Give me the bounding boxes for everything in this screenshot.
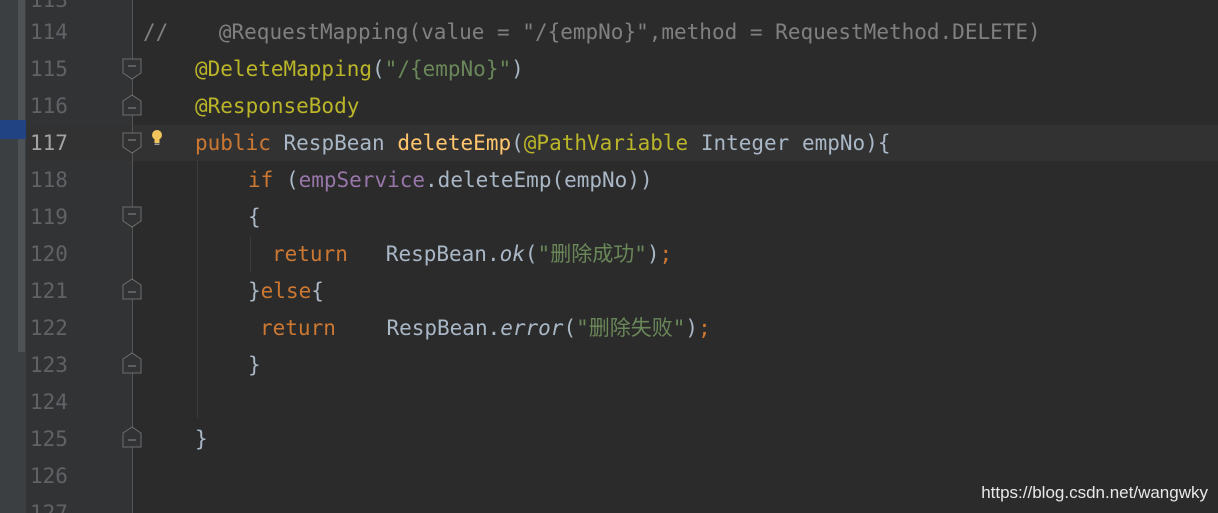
left-scroll-strip[interactable] bbox=[0, 0, 26, 513]
comment-gap bbox=[168, 20, 219, 44]
line-number: 114 bbox=[30, 20, 68, 44]
brace-open: { bbox=[311, 279, 324, 303]
code-line-122[interactable]: return RespBean.error("删除失败"); bbox=[260, 310, 711, 346]
fold-marker-icon[interactable] bbox=[122, 58, 142, 80]
comment-slashes: // bbox=[143, 20, 169, 44]
method-ok: ok bbox=[499, 242, 525, 266]
brace-close: } bbox=[248, 353, 261, 377]
line-number: 127 bbox=[30, 501, 68, 513]
code-line-120[interactable]: return RespBean.ok("删除成功"); bbox=[272, 236, 672, 272]
annotation-delete-mapping: @DeleteMapping bbox=[195, 57, 373, 81]
code-line-116[interactable]: @ResponseBody bbox=[195, 88, 359, 124]
line-number: 121 bbox=[30, 279, 68, 303]
fold-marker-icon[interactable] bbox=[122, 206, 142, 228]
method-call: .deleteEmp(empNo)) bbox=[425, 168, 653, 192]
paren-open: ( bbox=[372, 57, 385, 81]
semicolon: ; bbox=[698, 316, 711, 340]
field-emp-service: empService bbox=[298, 168, 426, 192]
parameter: Integer empNo bbox=[700, 131, 866, 155]
method-name: deleteEmp bbox=[397, 131, 512, 155]
scroll-marker bbox=[18, 0, 25, 352]
paren-open: ( bbox=[563, 316, 577, 340]
paren-close-brace: ){ bbox=[865, 131, 891, 155]
fold-end-marker-icon[interactable] bbox=[122, 426, 142, 448]
code-line-123[interactable]: } bbox=[248, 347, 261, 383]
paren-open: ( bbox=[273, 168, 299, 192]
string-literal: "删除失败" bbox=[576, 316, 686, 340]
line-number: 122 bbox=[30, 316, 68, 340]
annotation-path-variable: @PathVariable bbox=[523, 131, 689, 155]
code-line-118[interactable]: if (empService.deleteEmp(empNo)) bbox=[248, 162, 653, 198]
indent-guide bbox=[250, 236, 251, 272]
keyword-return: return bbox=[272, 242, 348, 266]
code-line-119[interactable]: { bbox=[248, 199, 261, 235]
line-number: 116 bbox=[30, 94, 68, 118]
line-number: 123 bbox=[30, 353, 68, 377]
line-number: 120 bbox=[30, 242, 68, 266]
brace-close: } bbox=[195, 427, 208, 451]
caret-line-marker bbox=[0, 120, 26, 139]
lightbulb-icon[interactable] bbox=[149, 128, 165, 150]
fold-marker-icon[interactable] bbox=[122, 132, 142, 154]
fold-end-marker-icon[interactable] bbox=[122, 94, 142, 116]
class-ref: RespBean. bbox=[386, 316, 501, 340]
annotation-response-body: @ResponseBody bbox=[195, 94, 360, 118]
keyword-if: if bbox=[248, 168, 274, 192]
indent-guide bbox=[197, 160, 198, 418]
line-number: 124 bbox=[30, 390, 68, 414]
string-literal: "删除成功" bbox=[537, 242, 647, 266]
fold-end-marker-icon[interactable] bbox=[122, 278, 142, 300]
keyword-public: public bbox=[195, 131, 271, 155]
brace-close: } bbox=[248, 279, 261, 303]
watermark: https://blog.csdn.net/wangwky bbox=[981, 483, 1208, 502]
code-line-115[interactable]: @DeleteMapping("/{empNo}") bbox=[195, 51, 524, 87]
paren-open: ( bbox=[524, 242, 538, 266]
keyword-else: else bbox=[260, 279, 312, 303]
line-number: 115 bbox=[30, 57, 68, 81]
method-error: error bbox=[500, 316, 564, 340]
paren-close: ) bbox=[511, 57, 524, 81]
line-number-current: 117 bbox=[30, 131, 68, 155]
semicolon: ; bbox=[659, 242, 673, 266]
fold-end-marker-icon[interactable] bbox=[122, 352, 142, 374]
keyword-return: return bbox=[260, 316, 336, 340]
code-line-114[interactable]: // @RequestMapping(value = "/{empNo}",me… bbox=[143, 14, 1041, 50]
code-line-125[interactable]: } bbox=[195, 421, 208, 457]
code-line-121[interactable]: }else{ bbox=[248, 273, 324, 309]
class-ref: RespBean. bbox=[385, 242, 500, 266]
line-number: 118 bbox=[30, 168, 68, 192]
paren-open: ( bbox=[511, 131, 524, 155]
line-number: 125 bbox=[30, 427, 68, 451]
paren-close: ) bbox=[685, 316, 699, 340]
line-number: 126 bbox=[30, 464, 68, 488]
code-editor[interactable]: 113 114 115 116 117 118 119 120 121 122 … bbox=[0, 0, 1218, 513]
line-number: 119 bbox=[30, 205, 68, 229]
code-line-117[interactable]: public RespBean deleteEmp(@PathVariable … bbox=[195, 125, 890, 161]
brace-open: { bbox=[248, 205, 261, 229]
string-literal: "/{empNo}" bbox=[384, 57, 512, 81]
comment-text: @RequestMapping(value = "/{empNo}",metho… bbox=[218, 20, 1041, 44]
return-type: RespBean bbox=[283, 131, 385, 155]
paren-close: ) bbox=[646, 242, 660, 266]
